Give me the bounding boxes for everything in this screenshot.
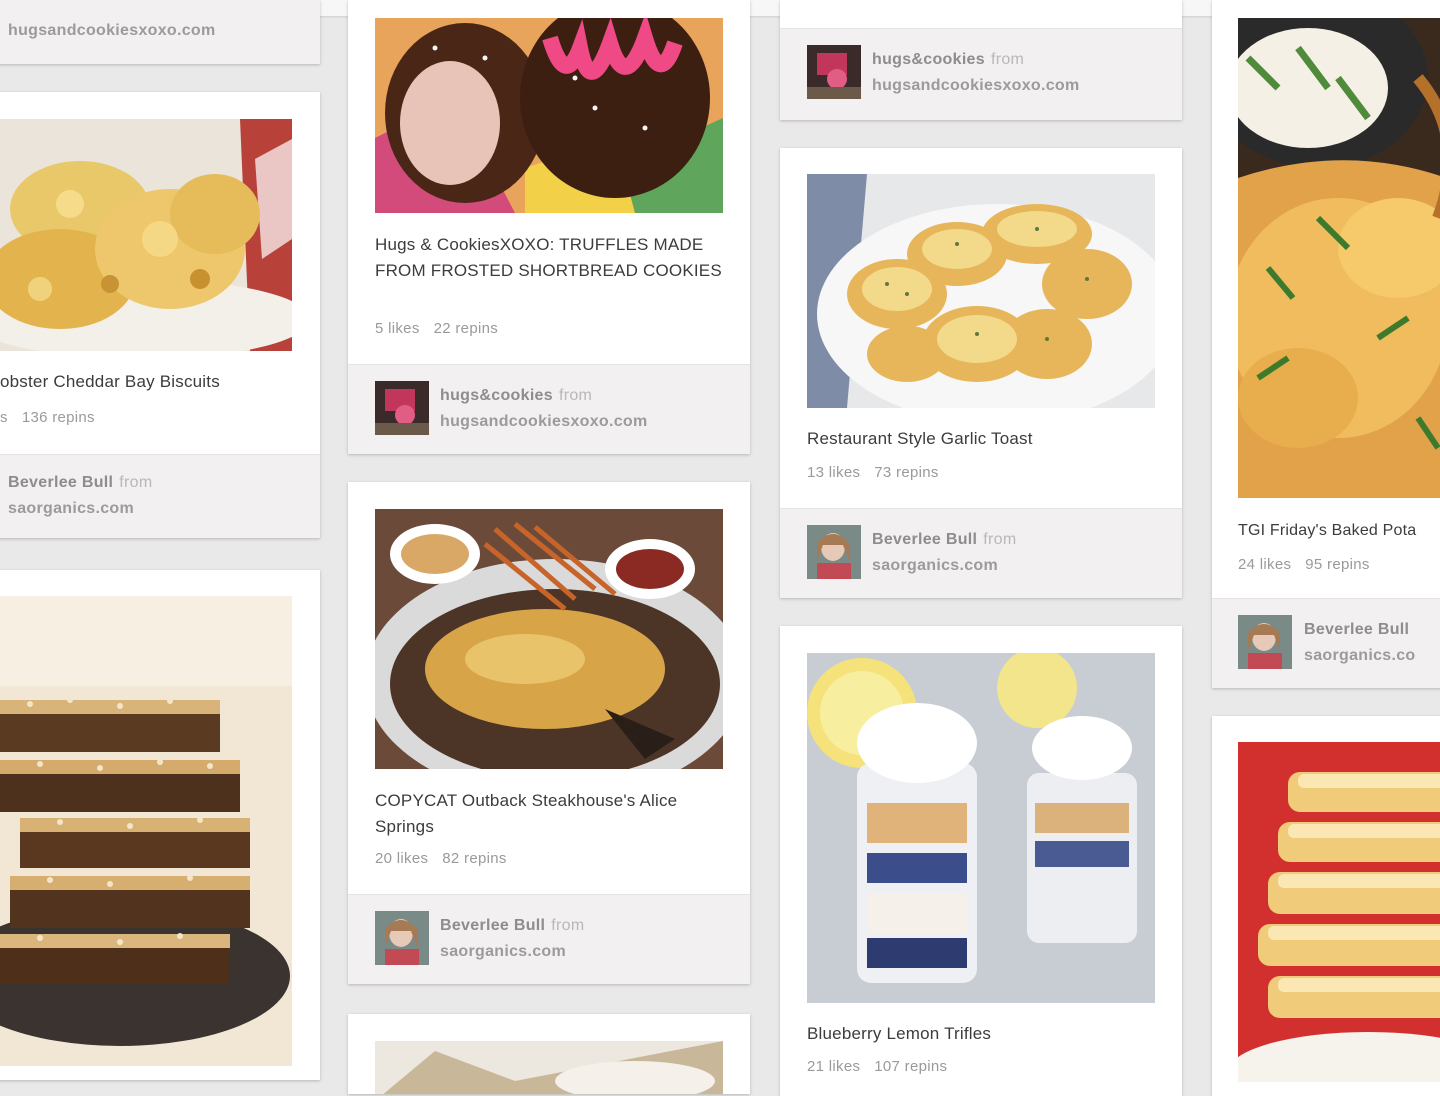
pinner-name[interactable]: hugs&cookies: [440, 387, 553, 404]
pin-stats: 20 likes 82 repins: [375, 850, 507, 867]
likes-count[interactable]: 24 likes: [1238, 556, 1291, 573]
pin-description: COPYCAT Outback Steakhouse's Alice Sprin…: [375, 791, 678, 836]
pin-card-truffles[interactable]: Hugs & CookiesXOXO: TRUFFLES MADE FROM F…: [348, 0, 750, 454]
pinner-name[interactable]: Beverlee Bull: [1304, 621, 1409, 638]
pin-card-partial[interactable]: hugs&cookies from hugsandcookiesxoxo.com: [780, 0, 1182, 120]
pin-source-link[interactable]: saorganics.com: [440, 939, 585, 965]
repins-count[interactable]: 22 repins: [434, 320, 498, 337]
pin-attribution: Beverlee Bull from saorganics.com: [348, 894, 750, 984]
pin-card-cheddar-biscuits[interactable]: obster Cheddar Bay Biscuits s 136 repins …: [0, 92, 320, 538]
pin-image-toffee[interactable]: [0, 596, 292, 1066]
alice-springs-image: [375, 509, 723, 769]
baked-potato-image: [1238, 18, 1440, 498]
pin-card-baked-potato[interactable]: TGI Friday's Baked Pota 24 likes 95 repin…: [1212, 0, 1440, 688]
likes-count[interactable]: 5 likes: [375, 320, 420, 337]
pin-card-partial[interactable]: hugsandcookiesxoxo.com: [0, 0, 320, 64]
pinner-name[interactable]: Beverlee Bull: [8, 474, 113, 491]
pin-card-garlic-toast[interactable]: Restaurant Style Garlic Toast 13 likes 73…: [780, 148, 1182, 598]
user-avatar-icon[interactable]: [807, 525, 861, 579]
pin-description: Blueberry Lemon Trifles: [807, 1024, 992, 1043]
repins-count[interactable]: 73 repins: [874, 464, 938, 481]
user-avatar-icon[interactable]: [807, 45, 861, 99]
pin-card-shortbread[interactable]: [1212, 716, 1440, 1096]
pin-stats: 21 likes 107 repins: [807, 1058, 947, 1075]
pin-attribution: hugs&cookies from hugsandcookiesxoxo.com: [780, 28, 1182, 120]
biscuits-image: [0, 119, 292, 351]
pin-image-biscuits[interactable]: [0, 119, 292, 351]
pin-description: obster Cheddar Bay Biscuits: [0, 372, 220, 391]
likes-count[interactable]: s: [0, 409, 8, 426]
pin-source-link[interactable]: hugsandcookiesxoxo.com: [872, 73, 1080, 99]
repins-count[interactable]: 107 repins: [874, 1058, 947, 1075]
pin-stats: 5 likes 22 repins: [375, 320, 498, 337]
pin-description: TGI Friday's Baked Pota: [1238, 522, 1417, 539]
repins-count[interactable]: 136 repins: [22, 409, 95, 426]
pin-description: Hugs & CookiesXOXO: TRUFFLES MADE FROM F…: [375, 235, 722, 280]
likes-count[interactable]: 21 likes: [807, 1058, 860, 1075]
pin-image-alice-springs[interactable]: [375, 509, 723, 769]
trifles-image: [807, 653, 1155, 1003]
pin-card-partial[interactable]: [348, 1014, 750, 1094]
pin-attribution: Beverlee Bull from saorganics.com: [0, 454, 320, 538]
user-avatar-icon[interactable]: [375, 381, 429, 435]
pin-source-link[interactable]: hugsandcookiesxoxo.com: [440, 409, 648, 435]
pin-stats: s 136 repins: [0, 409, 95, 426]
pin-image[interactable]: [375, 1041, 723, 1094]
pinner-name[interactable]: Beverlee Bull: [872, 531, 977, 548]
toffee-image: [0, 596, 292, 1066]
repins-count[interactable]: 82 repins: [442, 850, 506, 867]
pin-source-link[interactable]: saorganics.com: [8, 496, 153, 522]
pin-image-truffles[interactable]: [375, 18, 723, 213]
pin-attribution: hugs&cookies from hugsandcookiesxoxo.com: [348, 364, 750, 454]
truffles-image: [375, 18, 723, 213]
user-avatar-icon[interactable]: [375, 911, 429, 965]
pin-source-link[interactable]: hugsandcookiesxoxo.com: [8, 18, 216, 44]
pin-source-link[interactable]: saorganics.co: [1304, 643, 1416, 669]
pin-attribution: Beverlee Bull from saorganics.com: [780, 508, 1182, 598]
likes-count[interactable]: 20 likes: [375, 850, 428, 867]
user-avatar-icon[interactable]: [1238, 615, 1292, 669]
pin-attribution: hugsandcookiesxoxo.com: [0, 0, 320, 64]
repins-count[interactable]: 95 repins: [1305, 556, 1369, 573]
pin-source-link[interactable]: saorganics.com: [872, 553, 1017, 579]
pin-stats: 13 likes 73 repins: [807, 464, 939, 481]
pin-image-garlic-toast[interactable]: [807, 174, 1155, 408]
pin-image-baked-potato[interactable]: [1238, 18, 1440, 498]
pin-card-blueberry-trifles[interactable]: Blueberry Lemon Trifles 21 likes 107 repi…: [780, 626, 1182, 1096]
pin-image-shortbread[interactable]: [1238, 742, 1440, 1082]
pinner-name[interactable]: hugs&cookies: [872, 51, 985, 68]
pin-card-alice-springs[interactable]: COPYCAT Outback Steakhouse's Alice Sprin…: [348, 482, 750, 984]
garlic-toast-image: [807, 174, 1155, 408]
likes-count[interactable]: 13 likes: [807, 464, 860, 481]
shortbread-image: [1238, 742, 1440, 1082]
pin-stats: 24 likes 95 repins: [1238, 556, 1370, 573]
pin-attribution: Beverlee Bull saorganics.co: [1212, 598, 1440, 688]
partial-image: [375, 1041, 723, 1094]
pin-description: Restaurant Style Garlic Toast: [807, 429, 1033, 448]
pinner-name[interactable]: Beverlee Bull: [440, 917, 545, 934]
pin-card-toffee[interactable]: [0, 570, 320, 1080]
pin-image-trifles[interactable]: [807, 653, 1155, 1003]
